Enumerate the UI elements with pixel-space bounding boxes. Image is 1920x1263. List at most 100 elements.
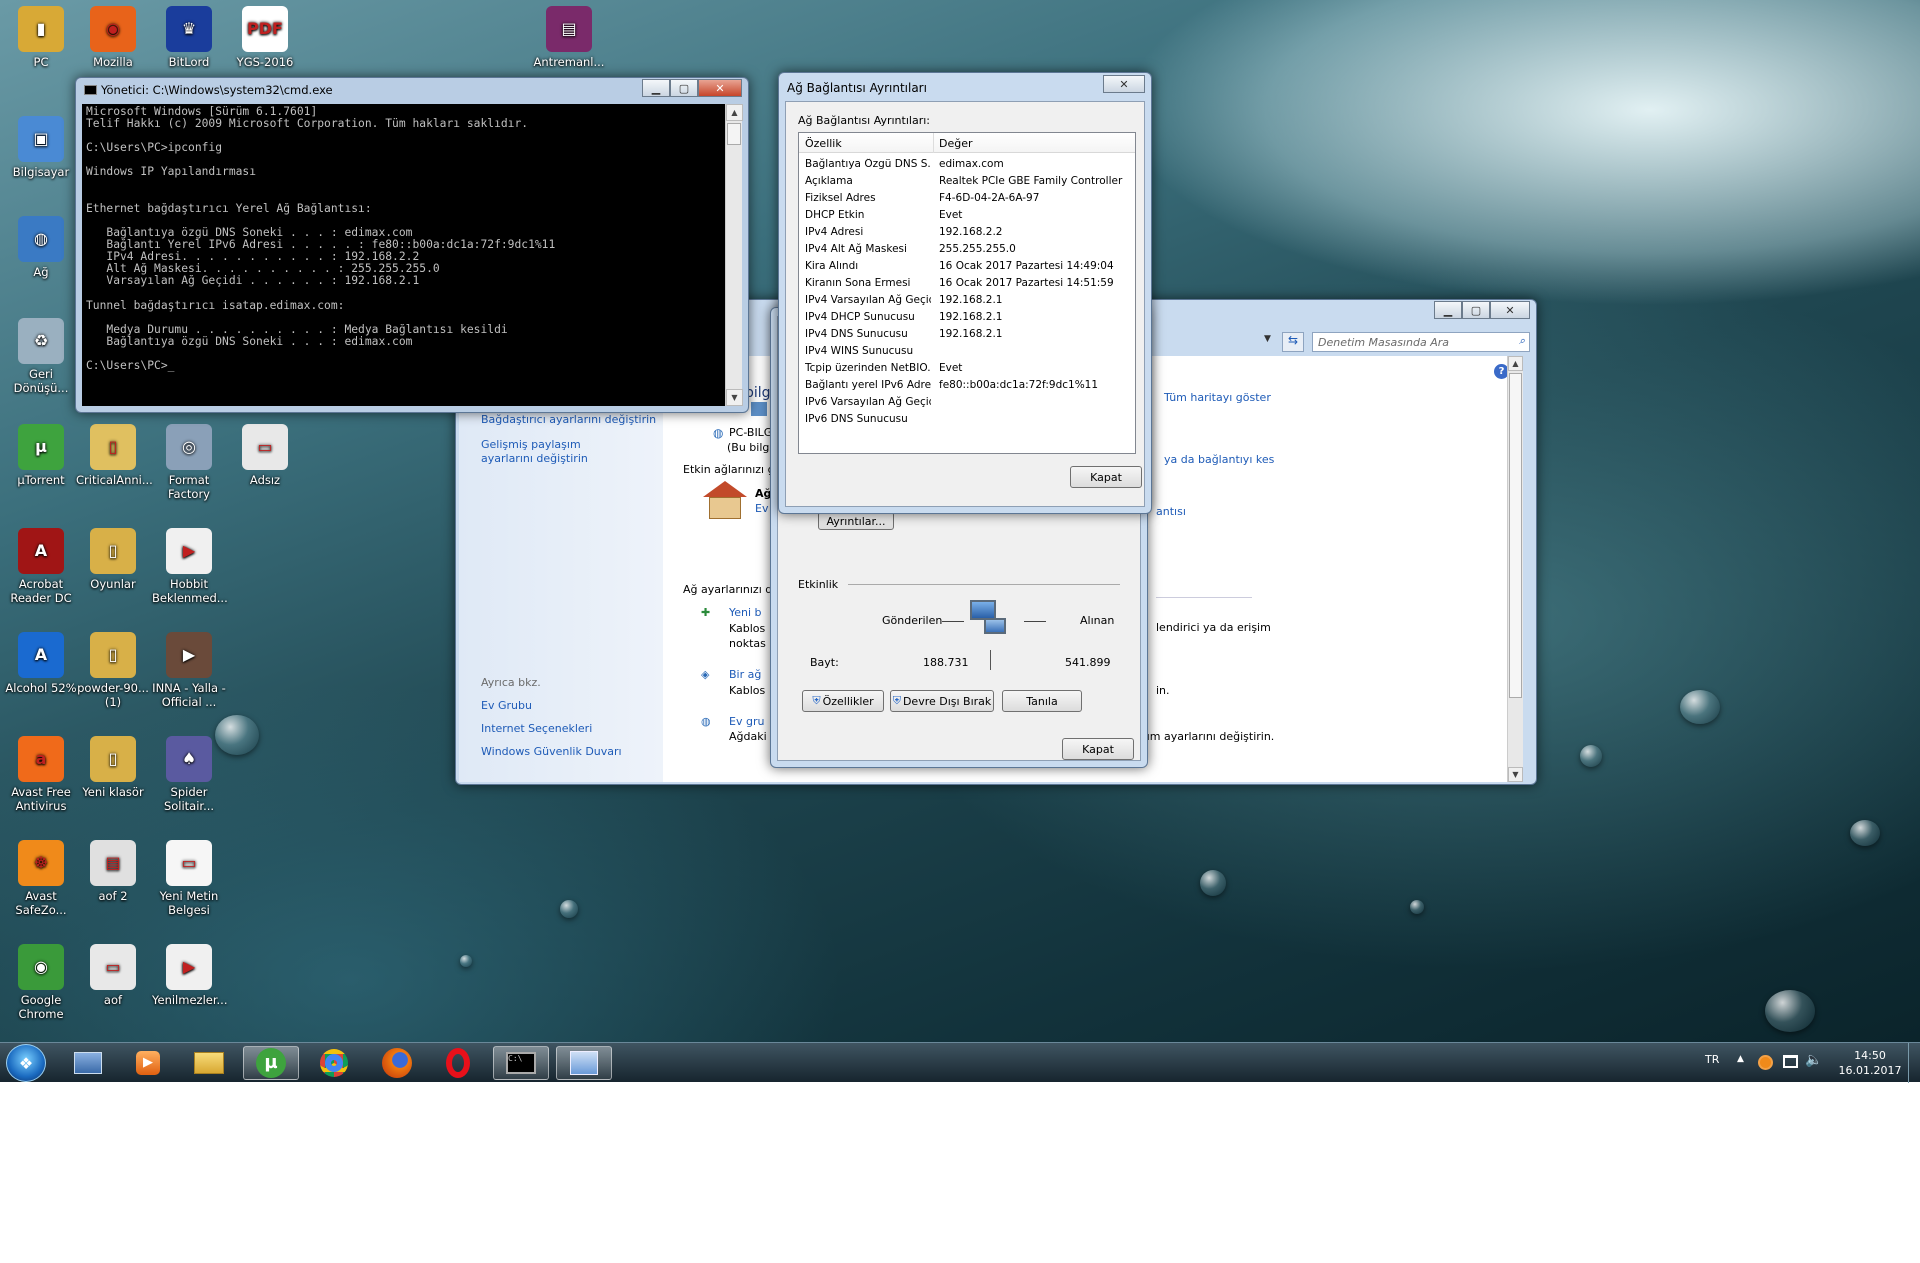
list-item[interactable]: IPv4 DNS Sunucusu 192.168.2.1: [799, 326, 1135, 343]
minimize-button[interactable]: ▁: [642, 79, 670, 97]
show-hidden-icons[interactable]: ▲: [1737, 1054, 1744, 1064]
desktop-icon[interactable]: ▯ CriticalAnni...: [76, 424, 153, 487]
list-item[interactable]: IPv4 Alt Ağ Maskesi 255.255.255.0: [799, 241, 1135, 258]
close-button[interactable]: Kapat: [1062, 738, 1134, 760]
desktop-icon[interactable]: ♛ BitLord: [152, 6, 226, 69]
desktop-icon[interactable]: A Acrobat Reader DC: [4, 528, 78, 605]
taskbar-firefox[interactable]: [369, 1046, 425, 1080]
list-item[interactable]: IPv4 WINS Sunucusu: [799, 343, 1135, 360]
volume-icon[interactable]: 🔈: [1805, 1052, 1822, 1068]
desktop-icon[interactable]: a Avast Free Antivirus: [4, 736, 78, 813]
text-fragment[interactable]: Yeni b: [729, 606, 762, 619]
desktop-icon[interactable]: ▭ aof: [76, 944, 150, 1007]
desktop-icon[interactable]: ☸ Avast SafeZo...: [4, 840, 78, 917]
desktop-icon[interactable]: PDF YGS-2016: [228, 6, 302, 69]
properties-button[interactable]: ⛨ Özellikler: [802, 690, 884, 712]
taskbar-chrome[interactable]: [306, 1046, 362, 1080]
desktop-icon[interactable]: ▶ Hobbit Beklenmed...: [152, 528, 228, 605]
col-property[interactable]: Özellik: [805, 137, 842, 150]
desktop-icon[interactable]: ◍ Ağ: [4, 216, 78, 279]
list-item[interactable]: Bağlantıya Özgü DNS S... edimax.com: [799, 156, 1135, 173]
details-button[interactable]: Ayrıntılar...: [818, 512, 894, 530]
desktop-icon[interactable]: ▭ Yeni Metin Belgesi: [152, 840, 226, 917]
desktop-icon[interactable]: ▤ Antremanl...: [532, 6, 606, 69]
start-button[interactable]: ❖: [6, 1044, 46, 1082]
network-tray-icon[interactable]: [1783, 1055, 1798, 1068]
desktop-icon[interactable]: A Alcohol 52%: [4, 632, 78, 695]
desktop-icon[interactable]: ▶ Yenilmezler...: [152, 944, 227, 1007]
desktop-icon[interactable]: ◉ Mozilla: [76, 6, 150, 69]
desktop-icon[interactable]: ◉ Google Chrome: [4, 944, 78, 1021]
taskbar-opera[interactable]: [430, 1046, 486, 1080]
maximize-button[interactable]: ▢: [670, 79, 698, 97]
scroll-up-icon[interactable]: ▲: [1508, 356, 1523, 371]
homegroup-link[interactable]: Ev Grubu: [481, 699, 532, 712]
map-link[interactable]: Tüm haritayı göster: [1164, 391, 1271, 404]
close-button[interactable]: ✕: [1103, 75, 1145, 93]
list-item[interactable]: Fiziksel Adres F4-6D-04-2A-6A-97: [799, 190, 1135, 207]
desktop-icon[interactable]: µ µTorrent: [4, 424, 78, 487]
text-fragment[interactable]: Ev: [755, 502, 768, 515]
scrollbar[interactable]: ▲ ▼: [1507, 356, 1523, 782]
avast-tray-icon[interactable]: [1758, 1055, 1773, 1070]
close-button[interactable]: ✕: [1490, 301, 1530, 319]
taskbar-utorrent[interactable]: µ: [243, 1046, 299, 1080]
connect-link[interactable]: ya da bağlantıyı kes: [1164, 453, 1274, 466]
desktop-icon[interactable]: ▯ Yeni klasör: [76, 736, 150, 799]
search-icon[interactable]: ⌕: [1519, 334, 1525, 348]
list-item[interactable]: Açıklama Realtek PCIe GBE Family Controll…: [799, 173, 1135, 190]
desktop-icon[interactable]: ▭ Adsız: [228, 424, 302, 487]
list-item[interactable]: Kiranın Sona Ermesi 16 Ocak 2017 Pazartes…: [799, 275, 1135, 292]
advanced-sharing-link[interactable]: Gelişmiş paylaşım ayarlarını değiştirin: [481, 438, 631, 466]
desktop-icon[interactable]: ▶ INNA - Yalla - Official ...: [152, 632, 226, 709]
refresh-icon[interactable]: ⇆: [1282, 332, 1304, 352]
taskbar-control-panel[interactable]: [556, 1046, 612, 1080]
scroll-down-icon[interactable]: ▼: [1508, 767, 1523, 782]
desktop-icon[interactable]: ▮ PC: [4, 6, 78, 69]
dropdown-icon[interactable]: ▼: [1264, 334, 1271, 344]
network-details-dialog[interactable]: Ağ Bağlantısı Ayrıntıları ✕ Ağ Bağlantıs…: [778, 72, 1152, 514]
close-button[interactable]: Kapat: [1070, 466, 1142, 488]
close-button[interactable]: ✕: [698, 79, 742, 97]
show-desktop-button[interactable]: [1908, 1043, 1920, 1083]
internet-options-link[interactable]: Internet Seçenekleri: [481, 722, 592, 735]
taskbar-cmd[interactable]: C:\: [493, 1046, 549, 1080]
language-indicator[interactable]: TR: [1705, 1053, 1719, 1066]
list-item[interactable]: IPv6 DNS Sunucusu: [799, 411, 1135, 428]
disable-button[interactable]: ⛨ Devre Dışı Bırak: [890, 690, 994, 712]
desktop-icon[interactable]: ♠ Spider Solitair...: [152, 736, 226, 813]
list-item[interactable]: DHCP Etkin Evet: [799, 207, 1135, 224]
desktop-icon[interactable]: ▯ Oyunlar: [76, 528, 150, 591]
taskbar-media-player[interactable]: ▶: [120, 1046, 176, 1080]
desktop-icon[interactable]: ◎ Format Factory: [152, 424, 226, 501]
taskbar-network-icon[interactable]: [60, 1046, 116, 1080]
list-item[interactable]: IPv4 DHCP Sunucusu 192.168.2.1: [799, 309, 1135, 326]
scroll-thumb[interactable]: [727, 123, 741, 145]
cmd-scrollbar[interactable]: ▲ ▼: [725, 104, 743, 406]
desktop-icon[interactable]: ▤ aof 2: [76, 840, 150, 903]
list-item[interactable]: Bağlantı yerel IPv6 Adresi fe80::b00a:dc1…: [799, 377, 1135, 394]
text-fragment[interactable]: Ev gru: [729, 715, 764, 728]
taskbar-explorer[interactable]: [181, 1046, 237, 1080]
list-item[interactable]: Kira Alındı 16 Ocak 2017 Pazartesi 14:49:…: [799, 258, 1135, 275]
minimize-button[interactable]: ▁: [1434, 301, 1462, 319]
scroll-up-icon[interactable]: ▲: [726, 104, 743, 121]
list-item[interactable]: IPv6 Varsayılan Ağ Geçidi: [799, 394, 1135, 411]
list-item[interactable]: IPv4 Varsayılan Ağ Geçidi 192.168.2.1: [799, 292, 1135, 309]
list-item[interactable]: IPv4 Adresi 192.168.2.2: [799, 224, 1135, 241]
adapter-settings-link[interactable]: Bağdaştırıcı ayarlarını değiştirin: [481, 413, 656, 426]
text-fragment[interactable]: Bir ağ: [729, 668, 761, 681]
col-value[interactable]: Değer: [939, 137, 973, 150]
cmd-window[interactable]: Yönetici: C:\Windows\system32\cmd.exe ▁ …: [75, 77, 749, 413]
cmd-output[interactable]: Microsoft Windows [Sürüm 6.1.7601] Telif…: [82, 104, 725, 406]
windows-firewall-link[interactable]: Windows Güvenlik Duvarı: [481, 745, 622, 758]
details-list[interactable]: Özellik Değer Bağlantıya Özgü DNS S... ed…: [798, 132, 1136, 454]
maximize-button[interactable]: ▢: [1462, 301, 1490, 319]
diagnose-button[interactable]: Tanıla: [1002, 690, 1082, 712]
scroll-thumb[interactable]: [1509, 373, 1522, 698]
scroll-down-icon[interactable]: ▼: [726, 389, 743, 406]
desktop-icon[interactable]: ▯ powder-90... (1): [76, 632, 150, 709]
desktop-icon[interactable]: ▣ Bilgisayar: [4, 116, 78, 179]
desktop-icon[interactable]: ♻ Geri Dönüşü...: [4, 318, 78, 395]
text-fragment[interactable]: antısı: [1156, 505, 1186, 518]
